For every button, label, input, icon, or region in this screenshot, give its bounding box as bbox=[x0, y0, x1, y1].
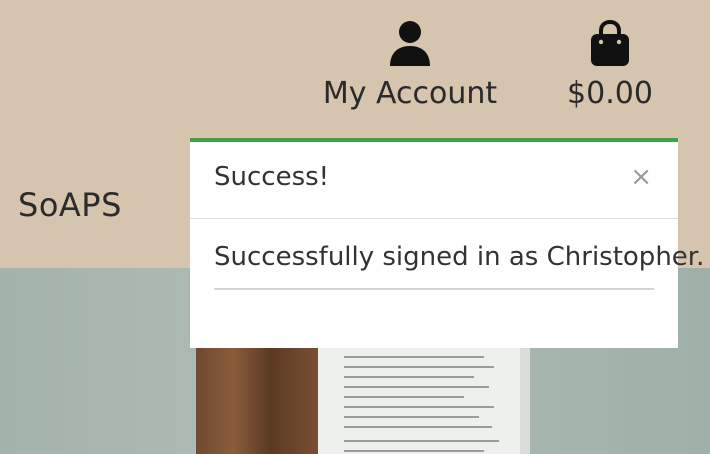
hero-paper bbox=[318, 348, 524, 454]
brand-logo-text[interactable]: SoAPS bbox=[18, 186, 122, 224]
success-toast: Success! × Successfully signed in as Chr… bbox=[190, 138, 704, 348]
shopping-bag-link[interactable]: $0.00 bbox=[562, 19, 658, 111]
toast-title: Success! bbox=[214, 162, 330, 192]
my-account-link[interactable]: My Account bbox=[318, 20, 502, 111]
toast-message: Successfully signed in as Christopher. bbox=[214, 242, 704, 290]
bag-total: $0.00 bbox=[567, 76, 653, 111]
hero-frame-edge bbox=[520, 348, 530, 454]
close-icon[interactable]: × bbox=[630, 164, 652, 190]
toast-header: Success! × bbox=[190, 142, 678, 219]
hero-wood-panel bbox=[196, 348, 320, 454]
my-account-label: My Account bbox=[322, 76, 498, 111]
user-icon bbox=[390, 21, 430, 66]
shopping-bag-icon bbox=[591, 19, 629, 66]
